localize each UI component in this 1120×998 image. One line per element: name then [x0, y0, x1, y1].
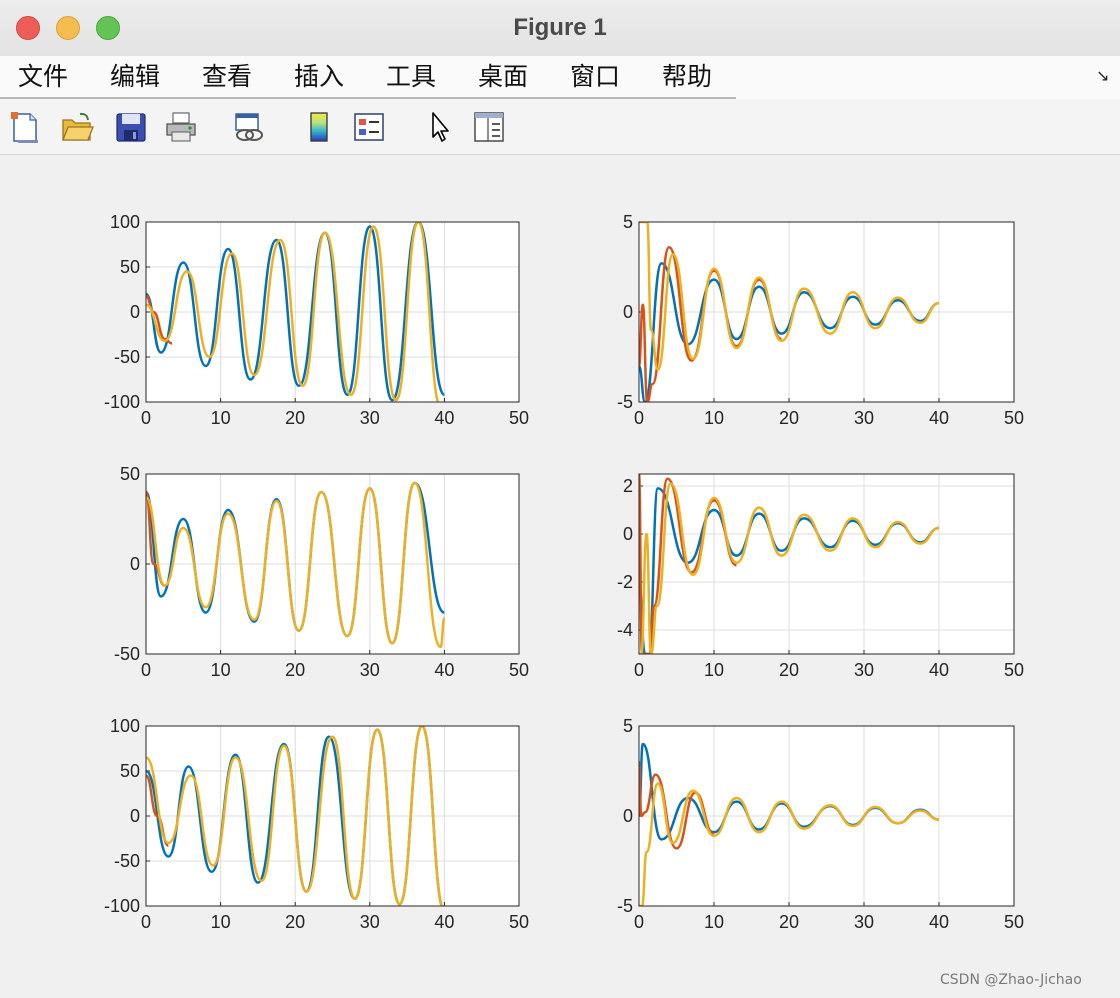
- x-tick-label: 20: [779, 912, 799, 932]
- title-bar[interactable]: Figure 1: [0, 0, 1120, 57]
- watermark: CSDN @Zhao-Jichao: [940, 972, 1082, 988]
- menu-bar: [0, 56, 1120, 99]
- y-tick-label: -2: [617, 572, 633, 592]
- subplot-5[interactable]: 0 10 20 30 40 50 100 50 0 -50 -100: [104, 716, 529, 932]
- figure-window: Figure 1 文件 编辑 查看 插入 工具 桌面 窗口 帮助 ↘ 0 10 …: [0, 0, 1120, 998]
- subplot-6[interactable]: 0 10 20 30 40 5050-5: [617, 716, 1024, 932]
- y-tick-label: 5: [623, 212, 633, 232]
- y-tick-label: -100: [104, 896, 140, 916]
- y-tick-label: 0: [623, 524, 633, 544]
- x-tick-label: 50: [509, 912, 529, 932]
- x-tick-label: 0: [634, 912, 644, 932]
- x-tick-label: 30: [360, 660, 380, 680]
- menu-insert[interactable]: 插入: [294, 60, 344, 94]
- colorbar-icon[interactable]: [302, 110, 336, 144]
- y-tick-label: 2: [623, 476, 633, 496]
- pointer-icon[interactable]: [422, 110, 456, 144]
- x-tick-label: 40: [929, 660, 949, 680]
- menu-help[interactable]: 帮助: [662, 60, 712, 94]
- y-tick-label: 100: [110, 212, 140, 232]
- subplot-3[interactable]: 0 10 20 30 40 50500-50: [114, 464, 529, 680]
- link-figure-icon[interactable]: [232, 110, 266, 144]
- y-tick-label: -50: [114, 644, 140, 664]
- x-tick-label: 10: [704, 912, 724, 932]
- x-tick-label: 40: [434, 660, 454, 680]
- subplot-grid: 0 10 20 30 40 50100500-50-1000 10 20 30 40 5050-50…: [104, 212, 1024, 932]
- x-tick-label: 30: [854, 660, 874, 680]
- y-tick-label: 0: [130, 302, 140, 322]
- x-tick-label: 40: [929, 408, 949, 428]
- x-tick-label: 0: [634, 660, 644, 680]
- y-tick-label: -100: [104, 392, 140, 412]
- subplot-1[interactable]: 0 10 20 30 40 50 100 50 0 -50 -100: [104, 212, 529, 428]
- x-tick-label: 30: [854, 912, 874, 932]
- menu-desktop[interactable]: 桌面: [478, 60, 528, 94]
- x-tick-label: 10: [211, 408, 231, 428]
- menu-tools[interactable]: 工具: [386, 60, 436, 94]
- x-tick-label: 10: [211, 912, 231, 932]
- x-tick-label: 10: [211, 660, 231, 680]
- x-tick-label: 30: [360, 912, 380, 932]
- x-tick-label: 20: [779, 660, 799, 680]
- y-tick-label: -50: [114, 851, 140, 871]
- new-figure-icon[interactable]: [8, 110, 42, 144]
- x-tick-label: 20: [285, 408, 305, 428]
- y-tick-label: 50: [120, 464, 140, 484]
- save-icon[interactable]: [114, 110, 148, 144]
- window-title: Figure 1: [513, 14, 607, 41]
- x-tick-label: 40: [434, 912, 454, 932]
- axes-background: [639, 474, 1014, 654]
- subplot-2[interactable]: 0 10 20 30 40 5050-5: [617, 212, 1024, 428]
- x-tick-label: 50: [509, 408, 529, 428]
- x-tick-label: 50: [509, 660, 529, 680]
- x-tick-label: 20: [285, 660, 305, 680]
- dock-arrow-icon[interactable]: ↘: [1096, 66, 1109, 85]
- x-tick-label: 0: [141, 660, 151, 680]
- menu-view[interactable]: 查看: [202, 60, 252, 94]
- x-tick-label: 40: [929, 912, 949, 932]
- y-tick-label: 0: [623, 806, 633, 826]
- y-tick-label: 0: [130, 806, 140, 826]
- y-tick-label: 5: [623, 716, 633, 736]
- x-tick-label: 50: [1004, 912, 1024, 932]
- legend-icon[interactable]: [352, 110, 386, 144]
- property-inspector-icon[interactable]: [472, 110, 506, 144]
- x-tick-label: 30: [854, 408, 874, 428]
- x-tick-label: 30: [360, 408, 380, 428]
- x-tick-label: 10: [704, 660, 724, 680]
- y-tick-label: -5: [617, 392, 633, 412]
- y-tick-label: 50: [120, 257, 140, 277]
- x-tick-label: 20: [285, 912, 305, 932]
- menu-file[interactable]: 文件: [18, 60, 68, 94]
- x-tick-label: 40: [434, 408, 454, 428]
- open-file-icon[interactable]: [60, 110, 94, 144]
- y-tick-label: -4: [617, 620, 633, 640]
- y-tick-label: -5: [617, 896, 633, 916]
- subplot-4[interactable]: 0 10 20 30 40 5020-2-4: [617, 473, 1024, 680]
- menu-edit[interactable]: 编辑: [110, 60, 160, 94]
- y-tick-label: 0: [623, 302, 633, 322]
- x-tick-label: 0: [141, 912, 151, 932]
- x-tick-label: 0: [141, 408, 151, 428]
- menu-window[interactable]: 窗口: [570, 60, 620, 94]
- x-tick-label: 50: [1004, 660, 1024, 680]
- x-tick-label: 20: [779, 408, 799, 428]
- print-icon[interactable]: [164, 110, 198, 144]
- x-tick-label: 0: [634, 408, 644, 428]
- x-tick-label: 50: [1004, 408, 1024, 428]
- y-tick-label: -50: [114, 347, 140, 367]
- x-tick-label: 10: [704, 408, 724, 428]
- y-tick-label: 100: [110, 716, 140, 736]
- y-tick-label: 0: [130, 554, 140, 574]
- y-tick-label: 50: [120, 761, 140, 781]
- figure-canvas[interactable]: 0 10 20 30 40 50 100 50 0 -50 -100 0 10 20 30 40 50 5 0 -5 0…: [0, 156, 1120, 998]
